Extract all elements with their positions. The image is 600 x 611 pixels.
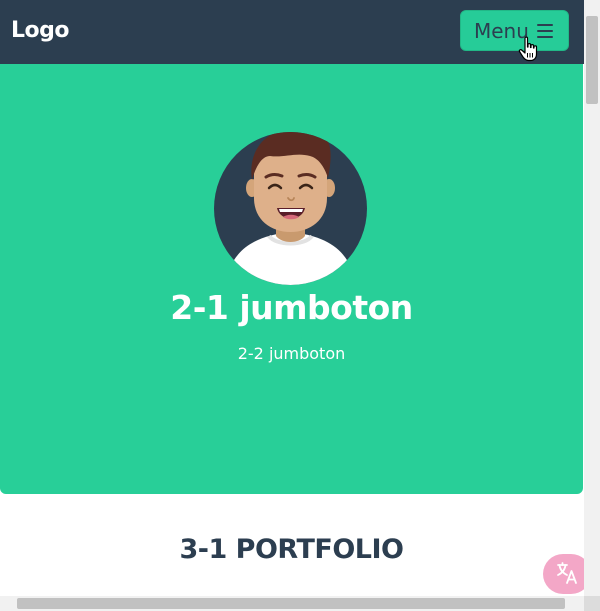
menu-button[interactable]: Menu xyxy=(460,10,569,51)
portfolio-title: 3-1 PORTFOLIO xyxy=(179,534,404,565)
avatar-illustration xyxy=(214,132,367,285)
horizontal-scrollbar[interactable] xyxy=(0,596,584,611)
vertical-scrollbar[interactable] xyxy=(584,0,600,596)
translate-button[interactable] xyxy=(543,554,584,594)
jumbotron-title: 2-1 jumboton xyxy=(170,288,413,327)
jumbotron: 2-1 jumboton 2-2 jumboton xyxy=(0,64,583,494)
translate-icon xyxy=(557,562,577,584)
hand-pointer-icon xyxy=(518,36,538,62)
vertical-scrollbar-thumb[interactable] xyxy=(586,16,598,104)
page-viewport: Logo Menu 2-1 jumboton 2-2 jumboton 3-1 … xyxy=(0,0,584,596)
logo[interactable]: Logo xyxy=(11,18,70,43)
scrollbar-corner xyxy=(584,596,600,611)
jumbotron-subtitle: 2-2 jumboton xyxy=(237,344,346,363)
horizontal-scrollbar-thumb[interactable] xyxy=(17,598,565,609)
navbar: Logo Menu xyxy=(0,0,584,64)
